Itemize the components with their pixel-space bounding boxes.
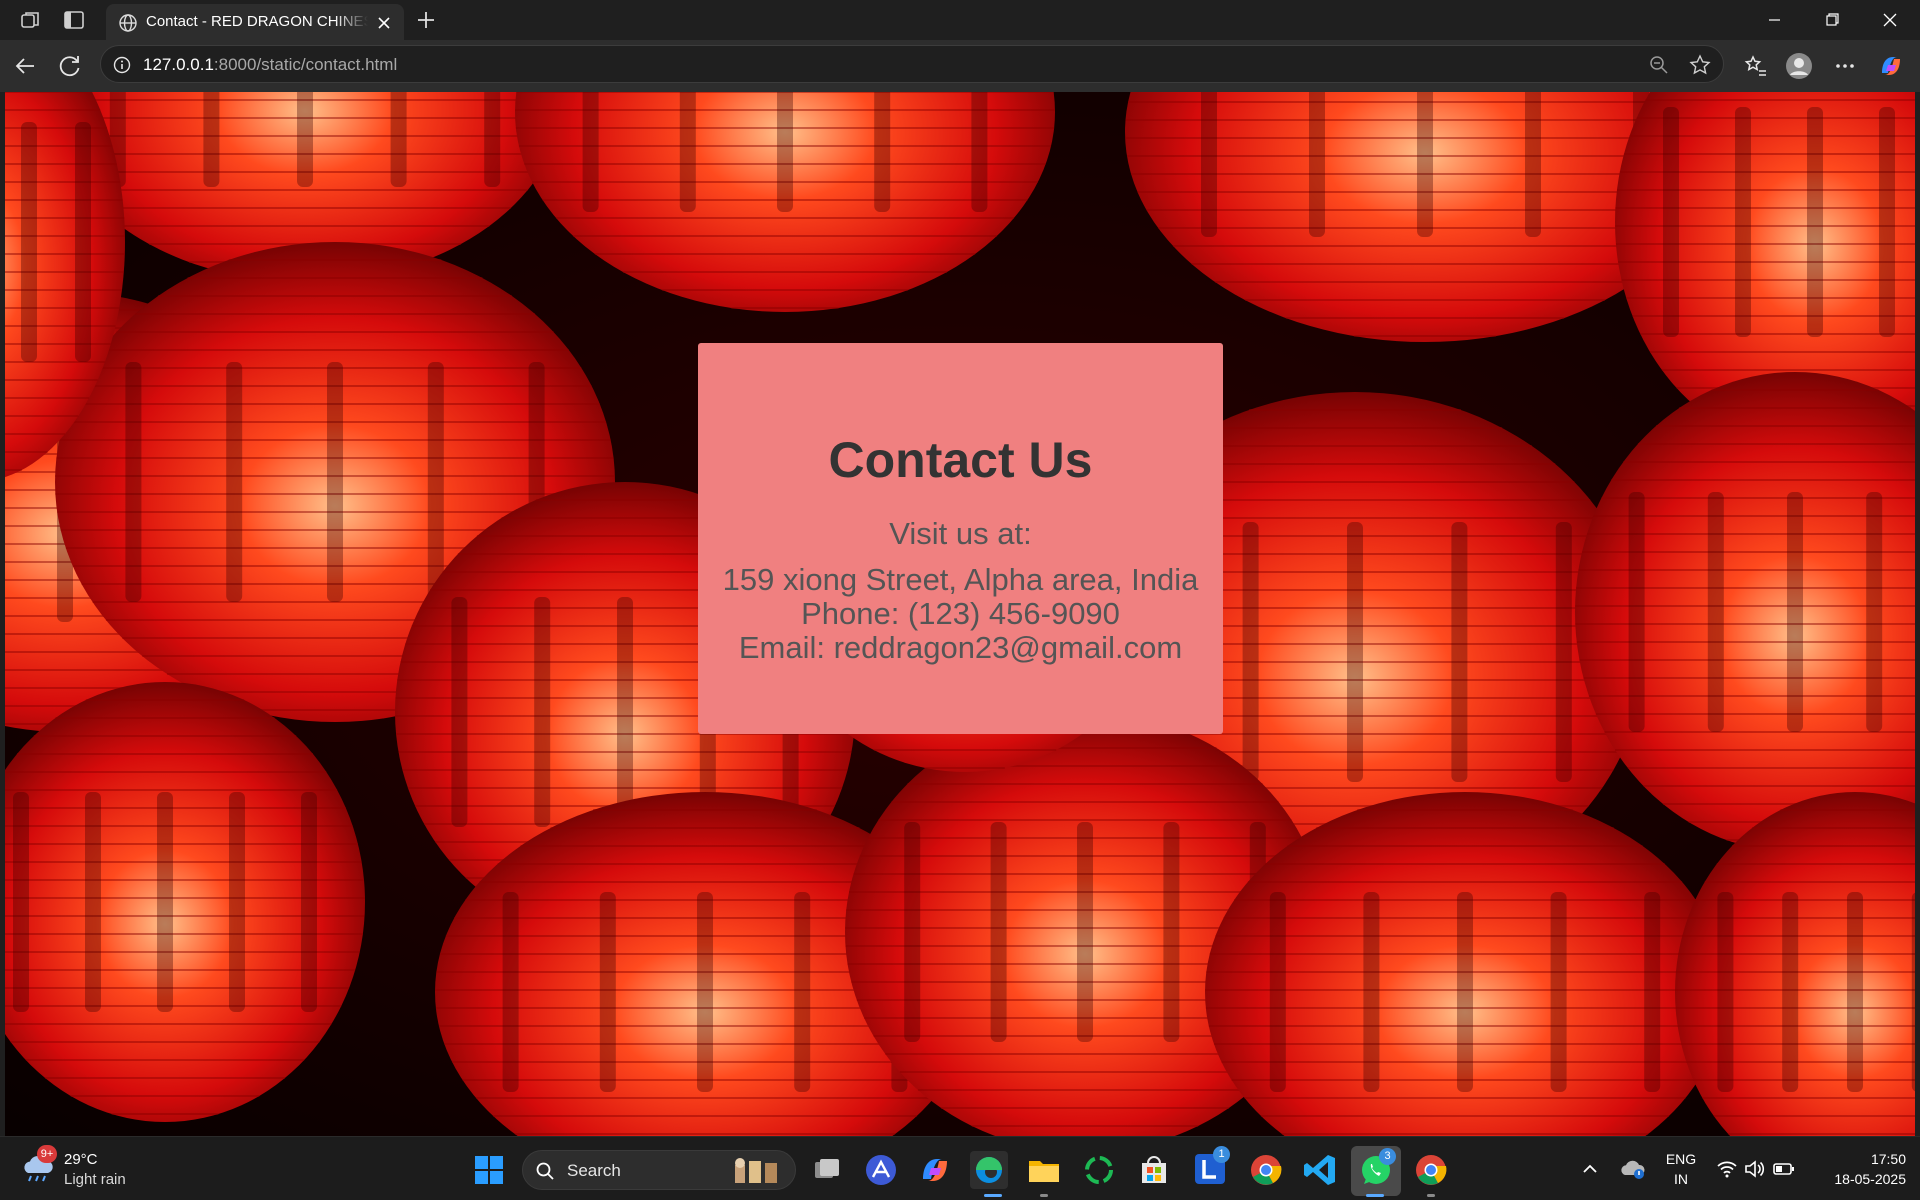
weather-badge: 9+ xyxy=(37,1145,57,1163)
address-bar[interactable]: 127.0.0.1:8000/static/contact.html xyxy=(100,45,1724,83)
language-top[interactable]: ENG xyxy=(1656,1151,1706,1167)
taskbar-app-l[interactable]: 1 xyxy=(1193,1146,1230,1186)
search-icon xyxy=(536,1162,554,1180)
chrome-icon[interactable] xyxy=(1247,1151,1285,1189)
search-label: Search xyxy=(567,1161,621,1180)
edge-active-indicator xyxy=(984,1194,1002,1197)
wifi-icon[interactable] xyxy=(1716,1159,1738,1179)
restore-icon[interactable] xyxy=(1804,0,1861,40)
page-title: Contact Us xyxy=(828,432,1093,488)
tab-title: Contact - RED DRAGON CHINESE xyxy=(146,13,368,30)
minimize-icon[interactable] xyxy=(1746,0,1803,40)
taskbar-whatsapp[interactable]: 3 xyxy=(1351,1146,1401,1196)
app-vector-icon[interactable] xyxy=(862,1151,900,1189)
vertical-tabs-icon[interactable] xyxy=(62,8,86,32)
url-text: 127.0.0.1:8000/static/contact.html xyxy=(143,55,397,75)
close-window-icon[interactable] xyxy=(1862,0,1919,40)
whatsapp-active-indicator xyxy=(1366,1194,1384,1197)
onedrive-icon[interactable] xyxy=(1620,1157,1646,1181)
url-host: 127.0.0.1 xyxy=(143,55,214,74)
more-options-icon[interactable] xyxy=(1830,51,1860,81)
tab-contact[interactable]: Contact - RED DRAGON CHINESE xyxy=(106,4,404,40)
favorite-star-icon[interactable] xyxy=(1689,54,1711,76)
weather-temp: 29°C xyxy=(64,1151,98,1168)
volume-icon[interactable] xyxy=(1744,1159,1766,1179)
weather-desc: Light rain xyxy=(64,1171,126,1188)
copilot-icon[interactable] xyxy=(1876,51,1906,81)
browser-title-bar: Contact - RED DRAGON CHINESE xyxy=(0,0,1920,40)
globe-icon xyxy=(119,14,137,32)
windows-taskbar: 9+ 29°C Light rain Search 1 3 ENG IN 17:… xyxy=(0,1136,1920,1200)
site-info-icon[interactable] xyxy=(113,56,131,74)
zoom-out-icon[interactable] xyxy=(1649,55,1669,75)
language-bottom[interactable]: IN xyxy=(1656,1171,1706,1187)
page-viewport: Contact Us Visit us at: 159 xiong Street… xyxy=(5,92,1915,1136)
app-l-badge: 1 xyxy=(1213,1146,1230,1163)
battery-icon[interactable] xyxy=(1772,1159,1796,1179)
phone-text: Phone: (123) 456-9090 xyxy=(801,596,1120,631)
contact-card: Contact Us Visit us at: 159 xiong Street… xyxy=(698,343,1223,734)
address-text: 159 xiong Street, Alpha area, India xyxy=(722,562,1199,597)
browser-nav-bar: 127.0.0.1:8000/static/contact.html xyxy=(0,40,1920,92)
clock-time[interactable]: 17:50 xyxy=(1808,1151,1906,1167)
app-circle-icon[interactable] xyxy=(1080,1151,1118,1189)
chrome-2-indicator xyxy=(1427,1194,1435,1197)
chrome-icon-2[interactable] xyxy=(1412,1151,1450,1189)
file-explorer-icon[interactable] xyxy=(1025,1151,1063,1189)
taskbar-search[interactable]: Search xyxy=(522,1150,796,1190)
email-text: Email: reddragon23@gmail.com xyxy=(738,630,1183,665)
visit-label: Visit us at: xyxy=(889,516,1032,551)
task-view-icon[interactable] xyxy=(808,1151,846,1189)
search-highlight-icon xyxy=(735,1158,777,1183)
explorer-indicator xyxy=(1040,1194,1048,1197)
edge-icon[interactable] xyxy=(970,1151,1008,1189)
weather-widget[interactable]: 9+ 29°C Light rain xyxy=(20,1145,140,1193)
whatsapp-badge: 3 xyxy=(1379,1148,1396,1165)
clock-date[interactable]: 18-05-2025 xyxy=(1808,1171,1906,1187)
close-tab-icon[interactable] xyxy=(376,15,392,31)
workspaces-icon[interactable] xyxy=(18,8,42,32)
vscode-icon[interactable] xyxy=(1301,1151,1339,1189)
microsoft-store-icon[interactable] xyxy=(1135,1151,1173,1189)
back-icon[interactable] xyxy=(10,51,40,81)
chevron-up-icon[interactable] xyxy=(1580,1159,1600,1179)
start-windows-icon[interactable] xyxy=(470,1151,508,1189)
new-tab-icon[interactable] xyxy=(414,8,438,32)
profile-avatar-icon[interactable] xyxy=(1784,51,1814,81)
url-path: :8000/static/contact.html xyxy=(213,55,398,74)
copilot-app-icon[interactable] xyxy=(916,1151,954,1189)
refresh-icon[interactable] xyxy=(55,51,85,81)
favorites-icon[interactable] xyxy=(1740,51,1770,81)
